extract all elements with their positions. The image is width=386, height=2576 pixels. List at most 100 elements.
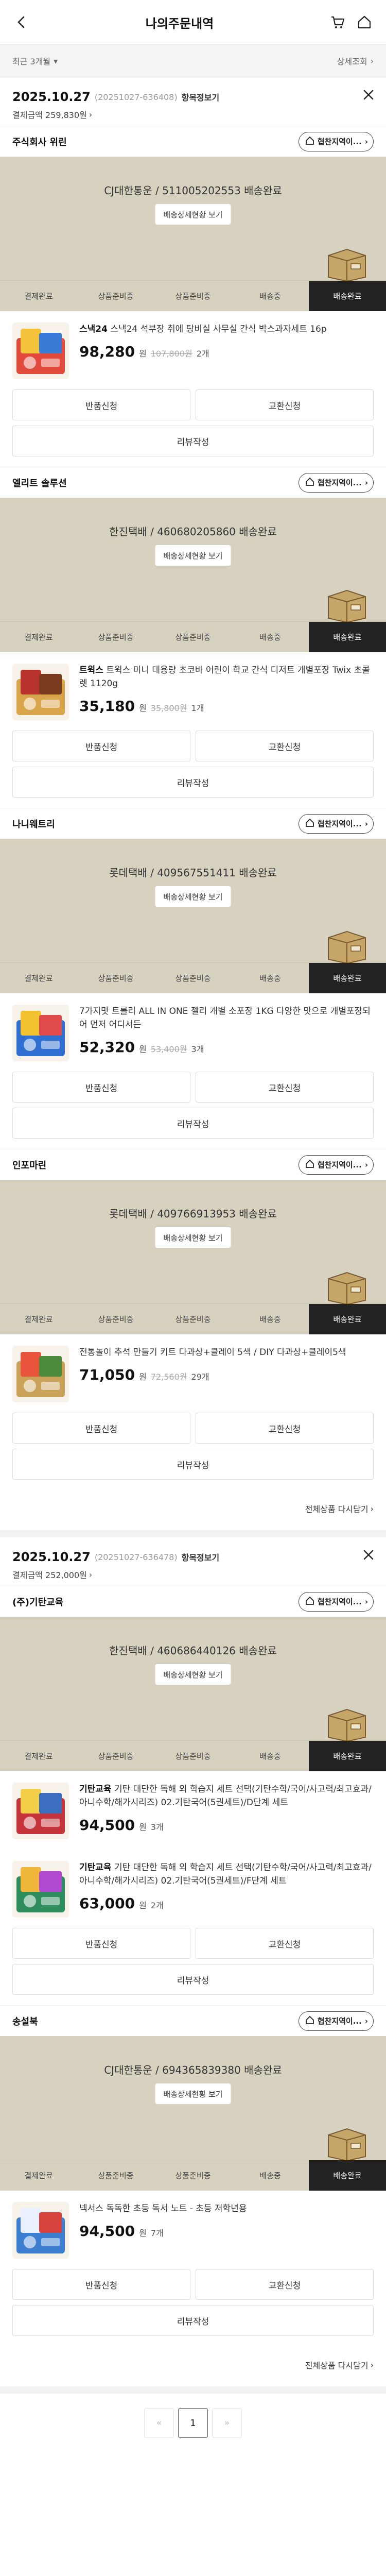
- delivery-detail-button[interactable]: 배송상세현황 보기: [155, 545, 231, 566]
- home-icon: [305, 1596, 314, 1607]
- product-name[interactable]: 7가지맛 트롤리 ALL IN ONE 젤리 개별 소포장 1KG 다양한 맛으…: [79, 1005, 374, 1031]
- delivery-detail-button[interactable]: 배송상세현황 보기: [155, 204, 231, 225]
- original-price: 35,800원: [150, 703, 187, 713]
- reorder-all-label: 전체상품 다시담기: [305, 2361, 369, 2370]
- write-review-button[interactable]: 리뷰작성: [12, 426, 374, 456]
- page-title: 나의주문내역: [145, 16, 214, 31]
- contact-seller-button[interactable]: 협찬지역이... ›: [298, 472, 374, 493]
- return-request-button[interactable]: 반품신청: [12, 1072, 190, 1103]
- action-button-row: 반품신청 교환신청: [0, 731, 386, 761]
- delivery-status-panel: CJ대한통운 / 694365839380 배송완료 배송상세현황 보기 결제완료 상…: [0, 2036, 386, 2191]
- write-review-button[interactable]: 리뷰작성: [12, 767, 374, 798]
- delivery-detail-button[interactable]: 배송상세현황 보기: [155, 1227, 231, 1248]
- delivery-step: 상품준비중: [175, 633, 211, 642]
- order-header: 2025.10.27 (20251027-636408) 항목정보기 결제금액 259…: [0, 77, 386, 126]
- period-dropdown[interactable]: 최근 3개월 ▾: [12, 55, 58, 67]
- order-number: (20251027-636408): [94, 92, 178, 102]
- product-price: 94,500: [79, 2223, 135, 2240]
- close-icon[interactable]: [362, 1549, 375, 1564]
- return-request-button[interactable]: 반품신청: [12, 1928, 190, 1959]
- action-button-row: 반품신청 교환신청: [0, 2269, 386, 2300]
- contact-label: 협찬지역이...: [317, 1160, 362, 1170]
- write-review-button[interactable]: 리뷰작성: [12, 1108, 374, 1139]
- delivery-step: 결제완료: [24, 1315, 53, 1324]
- reorder-all-link[interactable]: 전체상품 다시담기 ›: [0, 1490, 386, 1530]
- product-thumbnail[interactable]: [12, 1005, 69, 1061]
- exchange-request-button[interactable]: 교환신청: [196, 1928, 374, 1959]
- back-arrow-icon[interactable]: [12, 13, 31, 31]
- order-separator: [0, 1530, 386, 1537]
- product-thumbnail[interactable]: [12, 1783, 69, 1839]
- next-next-page-button[interactable]: »: [212, 2408, 242, 2438]
- product-name[interactable]: 스낵24 스낵24 석부장 취에 탕비실 사무실 간식 박스과자세트 16p: [79, 323, 374, 336]
- delivery-step: 배송완료: [309, 281, 386, 311]
- delivery-box-icon: [325, 245, 369, 282]
- product-price-row: 94,500 원 7개: [79, 2223, 374, 2240]
- delivery-steps: 결제완료 상품준비중 상품준비중 배송중 배송완료: [0, 962, 386, 993]
- seller-name[interactable]: 엘리트 솔루션: [12, 476, 67, 489]
- prev-prev-page-button[interactable]: «: [144, 2408, 174, 2438]
- product-thumbnail[interactable]: [12, 1346, 69, 1402]
- order-block: 2025.10.27 (20251027-636408) 항목정보기 결제금액 259…: [0, 77, 386, 1530]
- close-icon[interactable]: [362, 89, 375, 104]
- delivery-step: 배송완료: [309, 622, 386, 652]
- seller-name[interactable]: 송설북: [12, 2014, 38, 2028]
- delivery-detail-button[interactable]: 배송상세현황 보기: [155, 1664, 231, 1685]
- product-name[interactable]: 기탄교육 기탄 대단한 독해 외 학습지 세트 선택(기탄수학/국어/사고력/최…: [79, 1861, 374, 1888]
- product-name[interactable]: 전통놀이 추석 만들기 키트 다과상+클레이 5색 / DIY 다과상+클레이5…: [79, 1346, 374, 1359]
- return-request-button[interactable]: 반품신청: [12, 1413, 190, 1444]
- contact-seller-button[interactable]: 협찬지역이... ›: [298, 1155, 374, 1175]
- exchange-request-button[interactable]: 교환신청: [196, 1072, 374, 1103]
- product-thumbnail[interactable]: [12, 2202, 69, 2259]
- product-brand: 기탄교육: [79, 1862, 112, 1873]
- page-number-button[interactable]: 1: [178, 2408, 208, 2438]
- product-thumbnail[interactable]: [12, 1861, 69, 1918]
- seller-name[interactable]: 나니웨트리: [12, 817, 55, 831]
- return-request-button[interactable]: 반품신청: [12, 389, 190, 420]
- product-name[interactable]: 트윅스 트윅스 미니 대용량 초코바 어린이 학교 간식 디저트 개별포장 Tw…: [79, 664, 374, 690]
- home-icon[interactable]: [355, 13, 374, 31]
- seller-name[interactable]: 인포마린: [12, 1158, 46, 1172]
- contact-seller-button[interactable]: 협찬지역이... ›: [298, 2011, 374, 2031]
- order-detail-link[interactable]: 항목정보기: [182, 91, 220, 103]
- delivery-step: 배송완료: [309, 1304, 386, 1334]
- write-review-button[interactable]: 리뷰작성: [12, 2305, 374, 2336]
- return-request-button[interactable]: 반품신청: [12, 731, 190, 761]
- order-number: (20251027-636478): [94, 1552, 178, 1562]
- payment-amount-link[interactable]: 결제금액 259,830원 ›: [12, 108, 374, 121]
- review-button-row: 리뷰작성: [0, 426, 386, 456]
- write-review-button[interactable]: 리뷰작성: [12, 1964, 374, 1995]
- seller-name[interactable]: (주)기탄교육: [12, 1595, 63, 1608]
- delivery-step: 결제완료: [24, 633, 53, 642]
- exchange-request-button[interactable]: 교환신청: [196, 389, 374, 420]
- delivery-step: 상품준비중: [98, 2171, 134, 2180]
- delivery-steps: 결제완료 상품준비중 상품준비중 배송중 배송완료: [0, 1740, 386, 1771]
- detail-search-button[interactable]: 상세조회 ›: [337, 55, 374, 67]
- seller-header: (주)기탄교육 협찬지역이... ›: [0, 1586, 386, 1617]
- product-name[interactable]: 기탄교육 기탄 대단한 독해 외 학습지 세트 선택(기탄수학/국어/사고력/최…: [79, 1783, 374, 1809]
- delivery-step: 상품준비중: [175, 1752, 211, 1761]
- product-quantity: 3개: [191, 1044, 204, 1054]
- product-thumbnail[interactable]: [12, 664, 69, 720]
- payment-amount-link[interactable]: 결제금액 252,000원 ›: [12, 1568, 374, 1581]
- product-thumbnail[interactable]: [12, 323, 69, 379]
- return-request-button[interactable]: 반품신청: [12, 2269, 190, 2300]
- contact-seller-button[interactable]: 협찬지역이... ›: [298, 131, 374, 151]
- contact-seller-button[interactable]: 협찬지역이... ›: [298, 814, 374, 834]
- original-price: 107,800원: [150, 349, 192, 359]
- exchange-request-button[interactable]: 교환신청: [196, 2269, 374, 2300]
- cart-icon[interactable]: [328, 13, 347, 31]
- contact-seller-button[interactable]: 협찬지역이... ›: [298, 1591, 374, 1612]
- product-price: 35,180: [79, 698, 135, 715]
- order-detail-link[interactable]: 항목정보기: [182, 1551, 220, 1563]
- seller-name[interactable]: 주식회사 위린: [12, 135, 67, 148]
- exchange-request-button[interactable]: 교환신청: [196, 731, 374, 761]
- delivery-detail-button[interactable]: 배송상세현황 보기: [155, 886, 231, 907]
- reorder-all-link[interactable]: 전체상품 다시담기 ›: [0, 2346, 386, 2386]
- exchange-request-button[interactable]: 교환신청: [196, 1413, 374, 1444]
- delivery-detail-button[interactable]: 배송상세현황 보기: [155, 2083, 231, 2104]
- product-price-row: 52,320 원 53,400원 3개: [79, 1039, 374, 1056]
- product-name[interactable]: 넥서스 독독한 초등 독서 노트 - 초등 저학년용: [79, 2202, 374, 2215]
- write-review-button[interactable]: 리뷰작성: [12, 1449, 374, 1480]
- seller-block: 인포마린 협찬지역이... › 롯데택배 / 409766913953 배송완료 배송상…: [0, 1149, 386, 1490]
